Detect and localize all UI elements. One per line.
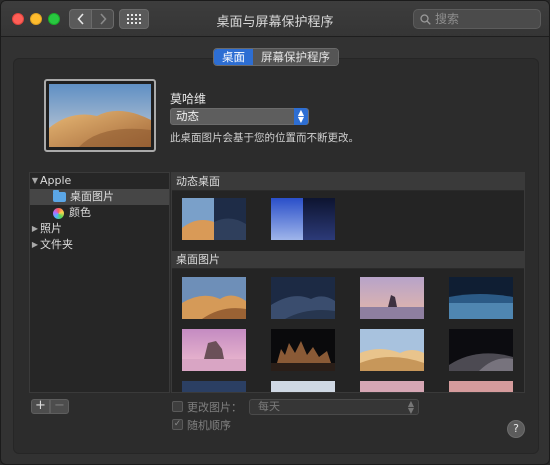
folder-icon xyxy=(53,190,66,202)
add-folder-button[interactable]: + xyxy=(31,399,50,414)
sidebar-item-label: 桌面图片 xyxy=(70,190,114,203)
wallpaper-thumb[interactable] xyxy=(449,277,513,319)
wallpaper-thumb[interactable] xyxy=(360,277,424,319)
section-header-pictures: 桌面图片 xyxy=(172,251,524,269)
tab-bar: 桌面 屏幕保护程序 xyxy=(213,48,339,66)
change-picture-label: 更改图片： xyxy=(187,401,242,414)
tab-desktop[interactable]: 桌面 xyxy=(214,49,253,65)
sidebar-group-apple[interactable]: ▼ Apple xyxy=(30,173,169,189)
tab-screen-saver[interactable]: 屏幕保护程序 xyxy=(253,49,338,65)
mojave-dunes-image xyxy=(49,84,151,147)
minimize-window-button[interactable] xyxy=(30,13,42,25)
wallpaper-thumb[interactable] xyxy=(360,329,424,371)
wallpaper-name: 莫哈维 xyxy=(170,92,207,106)
back-button[interactable] xyxy=(69,9,92,29)
random-order-label: 随机顺序 xyxy=(187,419,231,432)
wallpaper-thumb[interactable] xyxy=(271,381,335,392)
appearance-mode-value: 动态 xyxy=(176,109,199,123)
remove-folder-button[interactable]: − xyxy=(50,399,69,414)
select-arrows-icon: ▲ ▼ xyxy=(407,399,414,415)
wallpaper-thumb[interactable] xyxy=(271,329,335,371)
forward-button[interactable] xyxy=(91,9,114,29)
wallpaper-thumb[interactable] xyxy=(182,329,246,371)
wallpaper-thumb[interactable] xyxy=(449,381,513,392)
help-button[interactable]: ? xyxy=(507,420,525,438)
appearance-mode-select[interactable]: 动态 ▲ ▼ xyxy=(170,108,309,125)
grid-icon xyxy=(127,14,141,24)
show-all-button[interactable] xyxy=(119,9,149,29)
change-interval-value: 每天 xyxy=(258,400,280,413)
sidebar-group-label: 照片 xyxy=(40,222,62,235)
wallpaper-browser: 动态桌面 桌面图片 xyxy=(171,172,525,393)
current-wallpaper-preview xyxy=(44,79,156,152)
disclosure-closed-icon: ▶ xyxy=(31,240,39,249)
wallpaper-thumb[interactable] xyxy=(449,329,513,371)
change-interval-select[interactable]: 每天 ▲ ▼ xyxy=(249,399,419,415)
sidebar-item-colors[interactable]: 颜色 xyxy=(30,205,169,221)
sidebar-group-folders[interactable]: ▶ 文件夹 xyxy=(30,237,169,253)
random-order-checkbox[interactable]: ✓ xyxy=(172,419,183,430)
zoom-window-button[interactable] xyxy=(48,13,60,25)
wallpaper-thumb[interactable] xyxy=(182,277,246,319)
sidebar-group-photos[interactable]: ▶ 照片 xyxy=(30,221,169,237)
sidebar-group-label: Apple xyxy=(40,174,72,187)
color-wheel-icon xyxy=(53,207,64,219)
section-header-dynamic: 动态桌面 xyxy=(172,173,524,191)
disclosure-open-icon: ▼ xyxy=(31,176,39,185)
disclosure-closed-icon: ▶ xyxy=(31,224,39,233)
wallpaper-thumb[interactable] xyxy=(271,277,335,319)
search-field[interactable] xyxy=(413,9,541,29)
change-picture-checkbox[interactable] xyxy=(172,401,183,412)
wallpaper-thumb[interactable] xyxy=(182,381,246,392)
wallpaper-thumb-solar-gradients[interactable] xyxy=(271,198,335,240)
wallpaper-thumb-mojave-dynamic[interactable] xyxy=(182,198,246,240)
title-bar: 桌面与屏幕保护程序 xyxy=(1,1,549,37)
wallpaper-thumb[interactable] xyxy=(360,381,424,392)
close-window-button[interactable] xyxy=(12,13,24,25)
source-sidebar: ▼ Apple 桌面图片 颜色 ▶ 照片 ▶ 文件夹 xyxy=(29,172,170,393)
sidebar-item-desktop-pictures[interactable]: 桌面图片 xyxy=(30,189,169,205)
sidebar-item-label: 颜色 xyxy=(69,206,91,219)
chevron-left-icon xyxy=(76,13,84,25)
search-input[interactable] xyxy=(435,12,535,26)
search-icon xyxy=(420,13,431,25)
select-arrows-icon: ▲ ▼ xyxy=(294,108,308,125)
chevron-right-icon xyxy=(99,13,107,25)
wallpaper-description: 此桌面图片会基于您的位置而不断更改。 xyxy=(170,132,359,144)
sidebar-group-label: 文件夹 xyxy=(40,238,73,251)
preferences-window: 桌面与屏幕保护程序 桌面 屏幕保护程序 莫哈维 动态 ▲▼ 此桌面图片会基于您的… xyxy=(0,0,550,465)
